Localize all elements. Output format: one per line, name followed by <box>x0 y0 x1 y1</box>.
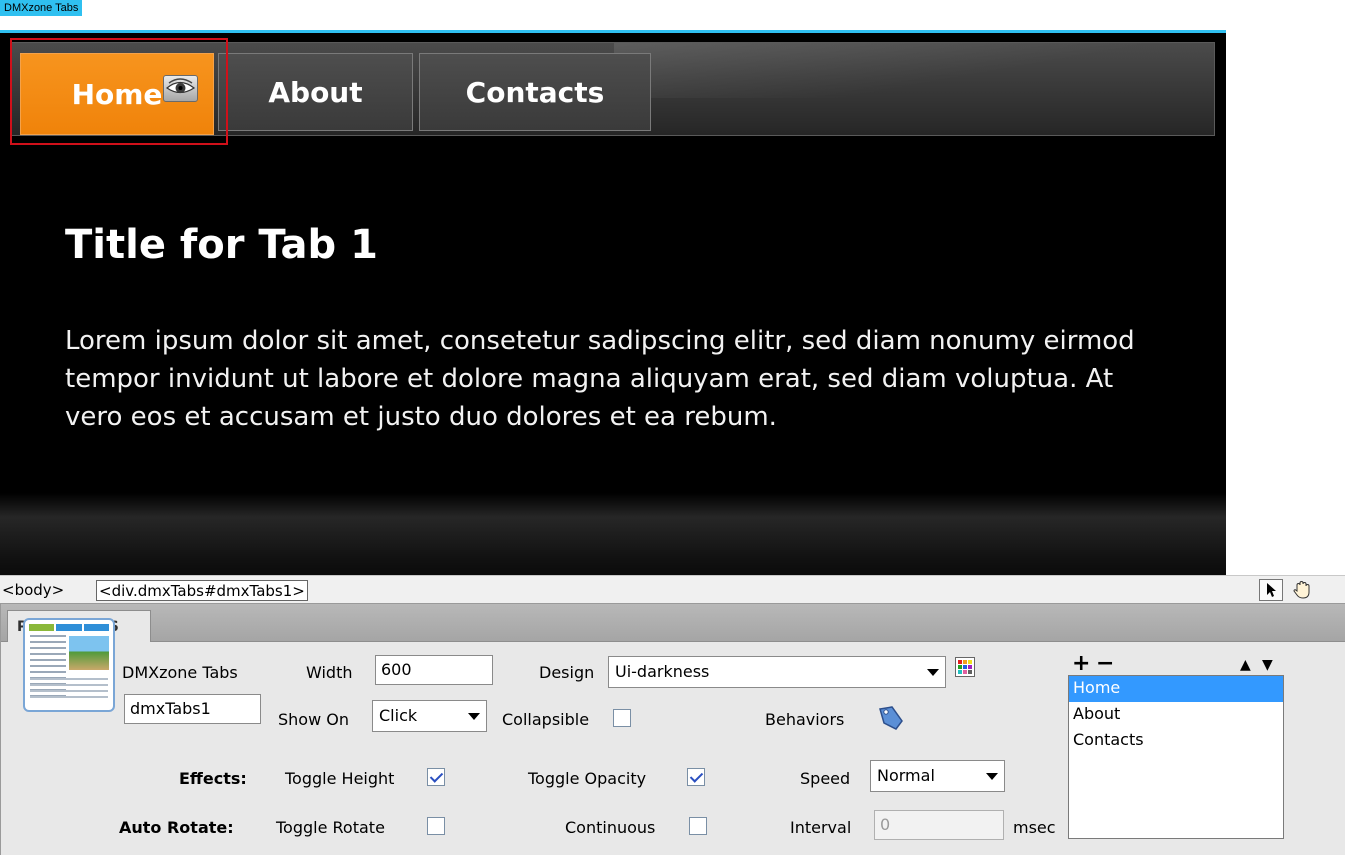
design-label: Design <box>539 663 595 682</box>
component-name-label: DMXzone Tabs <box>122 663 238 682</box>
chevron-down-icon <box>927 669 939 676</box>
pointer-tool-button[interactable] <box>1259 579 1283 601</box>
auto-rotate-label: Auto Rotate: <box>119 818 234 837</box>
tab-list-item[interactable]: About <box>1069 702 1283 728</box>
msec-label: msec <box>1013 818 1056 837</box>
remove-tab-button[interactable]: − <box>1096 653 1114 675</box>
component-thumbnail-icon <box>23 618 115 712</box>
toggle-rotate-checkbox[interactable] <box>427 817 445 835</box>
continuous-label: Continuous <box>565 818 656 837</box>
width-field[interactable]: 600 <box>375 655 493 685</box>
widget-label: DMXzone Tabs <box>0 0 83 16</box>
tab-list-item[interactable]: Home <box>1069 676 1283 702</box>
hand-tool-button[interactable] <box>1290 579 1314 601</box>
interval-label: Interval <box>790 818 852 837</box>
panel-body-text: Lorem ipsum dolor sit amet, consetetur s… <box>65 326 1135 432</box>
tab-list-item[interactable]: Contacts <box>1069 728 1283 754</box>
hand-icon <box>1293 580 1310 599</box>
toggle-opacity-label: Toggle Opacity <box>528 769 647 788</box>
tag-div-dmxtabs[interactable]: <div.dmxTabs#dmxTabs1> <box>96 580 308 601</box>
speed-label: Speed <box>800 769 851 788</box>
properties-header: PROPERTIES <box>1 604 1345 642</box>
color-palette-icon[interactable] <box>955 657 975 677</box>
id-field[interactable]: dmxTabs1 <box>124 694 261 724</box>
move-up-button[interactable]: ▲ <box>1240 657 1251 673</box>
collapsible-checkbox[interactable] <box>613 709 631 727</box>
chevron-down-icon <box>468 713 480 720</box>
behaviors-icon[interactable] <box>874 703 906 733</box>
effects-label: Effects: <box>179 769 247 788</box>
interval-field[interactable]: 0 <box>874 810 1004 840</box>
show-on-select-value: Click <box>379 706 418 725</box>
speed-select[interactable]: Normal <box>870 760 1005 792</box>
design-select[interactable]: Ui-darkness <box>608 656 946 688</box>
toggle-opacity-checkbox[interactable] <box>687 768 705 786</box>
tag-body[interactable]: <body> <box>0 580 66 601</box>
show-on-label: Show On <box>278 710 349 729</box>
tab-contacts[interactable]: Contacts <box>419 53 651 131</box>
toggle-rotate-label: Toggle Rotate <box>276 818 385 837</box>
show-on-select[interactable]: Click <box>372 700 487 732</box>
toggle-height-label: Toggle Height <box>285 769 395 788</box>
collapsible-label: Collapsible <box>502 710 590 729</box>
add-tab-button[interactable]: + <box>1072 653 1090 675</box>
behaviors-label: Behaviors <box>765 710 845 729</box>
tag-selector-bar: <body> <div.dmxTabs#dmxTabs1> <box>0 575 1345 604</box>
continuous-checkbox[interactable] <box>689 817 707 835</box>
pointer-icon <box>1267 583 1276 597</box>
tab-list[interactable]: Home About Contacts <box>1068 675 1284 839</box>
tab-about-label: About <box>268 75 363 109</box>
selected-tab-highlight <box>10 38 228 145</box>
tab-about[interactable]: About <box>218 53 413 131</box>
width-label: Width <box>306 663 353 682</box>
tab-contacts-label: Contacts <box>465 75 605 109</box>
move-down-button[interactable]: ▼ <box>1262 657 1273 673</box>
design-select-value: Ui-darkness <box>615 662 710 681</box>
speed-select-value: Normal <box>877 766 935 785</box>
toggle-height-checkbox[interactable] <box>427 768 445 786</box>
panel-title: Title for Tab 1 <box>65 222 378 268</box>
chevron-down-icon <box>986 773 998 780</box>
